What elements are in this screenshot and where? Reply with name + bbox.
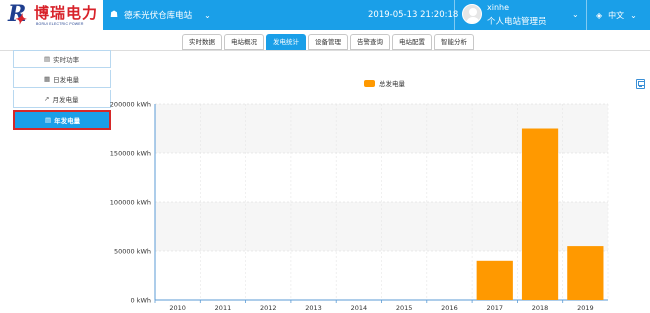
logo-subtext: BORUI ELECTRIC POWER <box>36 22 84 26</box>
current-datetime: 2019-05-13 21:20:18 <box>368 10 459 20</box>
bar-2017 <box>476 260 513 300</box>
x-tick-label: 2014 <box>351 304 368 312</box>
tab-generation-stats[interactable]: 发电统计 <box>266 34 306 50</box>
bar-2018 <box>521 128 559 300</box>
sidebar-item-yearly-generation[interactable]: ▤ 年发电量 <box>13 110 111 130</box>
divider <box>586 0 587 30</box>
x-tick-label: 2011 <box>215 304 232 312</box>
station-name: 德禾光伏仓库电站 <box>124 11 193 21</box>
x-tick-label: 2010 <box>169 304 186 312</box>
y-tick-label: 100000 kWh <box>110 199 151 207</box>
chevron-down-icon: ⌄ <box>630 11 637 20</box>
y-tick-label: 150000 kWh <box>110 150 151 158</box>
x-tick-label: 2012 <box>260 304 277 312</box>
avatar[interactable] <box>462 4 482 24</box>
wifi-icon: ◈ <box>596 11 603 20</box>
divider <box>454 0 455 30</box>
y-tick-label: 200000 kWh <box>110 101 151 109</box>
x-tick-label: 2017 <box>486 304 503 312</box>
x-tick-label: 2019 <box>577 304 594 312</box>
station-selector[interactable]: ☗ 德禾光伏仓库电站 ⌄ <box>110 0 211 30</box>
bar-2019 <box>567 246 604 300</box>
calendar-icon: ▤ <box>45 116 52 124</box>
tab-realtime-data[interactable]: 实时数据 <box>182 34 222 50</box>
logo-text: 博瑞电力 <box>34 4 99 22</box>
stats-sidebar: ▤ 实时功率 ▦ 日发电量 ↗ 月发电量 ▤ 年发电量 <box>13 50 111 132</box>
user-role: 个人电站管理员 <box>487 17 547 27</box>
user-name: xinhe <box>487 3 510 12</box>
tab-station-config[interactable]: 电站配置 <box>392 34 432 50</box>
home-icon: ☗ <box>110 10 119 20</box>
language-selector[interactable]: ◈ 中文 ⌄ <box>596 10 637 21</box>
logo-mark-icon: R ✦ <box>8 1 27 28</box>
y-tick-label: 0 kWh <box>130 297 151 305</box>
sidebar-item-realtime-power[interactable]: ▤ 实时功率 <box>13 50 111 68</box>
sidebar-item-monthly-generation[interactable]: ↗ 月发电量 <box>13 90 111 108</box>
user-icon <box>469 8 477 16</box>
chevron-down-icon: ⌄ <box>204 10 211 20</box>
sidebar-item-label: 实时功率 <box>53 56 80 64</box>
sidebar-item-label: 月发电量 <box>52 95 79 104</box>
x-tick-label: 2015 <box>396 304 413 312</box>
tab-smart-analysis[interactable]: 智能分析 <box>434 34 474 50</box>
yearly-generation-chart: 0 kWh 50000 kWh 100000 kWh 150000 kWh 200000… <box>110 101 609 312</box>
user-icon-body <box>466 17 480 23</box>
sidebar-item-daily-generation[interactable]: ▦ 日发电量 <box>13 70 111 88</box>
tab-station-overview[interactable]: 电站概况 <box>224 34 264 50</box>
logo: R ✦ 博瑞电力 BORUI ELECTRIC POWER <box>0 0 103 30</box>
sidebar-item-label: 年发电量 <box>54 117 81 125</box>
tab-device-management[interactable]: 设备管理 <box>308 34 348 50</box>
y-tick-label: 50000 kWh <box>114 248 151 256</box>
line-chart-icon: ↗ <box>44 94 50 103</box>
user-menu-chevron-icon[interactable]: ⌄ <box>572 10 579 19</box>
top-header: R ✦ 博瑞电力 BORUI ELECTRIC POWER ☗ 德禾光伏仓库电站 … <box>0 0 650 30</box>
sidebar-item-label: 日发电量 <box>53 75 80 84</box>
main-tabs: 实时数据 电站概况 发电统计 设备管理 告警查询 电站配置 智能分析 <box>182 34 476 50</box>
language-label: 中文 <box>608 11 625 20</box>
x-tick-label: 2016 <box>441 304 458 312</box>
x-tick-label: 2013 <box>305 304 322 312</box>
x-tick-label: 2018 <box>532 304 549 312</box>
tab-alarm-query[interactable]: 告警查询 <box>350 34 390 50</box>
bar-chart-icon: ▦ <box>44 74 51 83</box>
area-chart-icon: ▤ <box>44 55 51 63</box>
